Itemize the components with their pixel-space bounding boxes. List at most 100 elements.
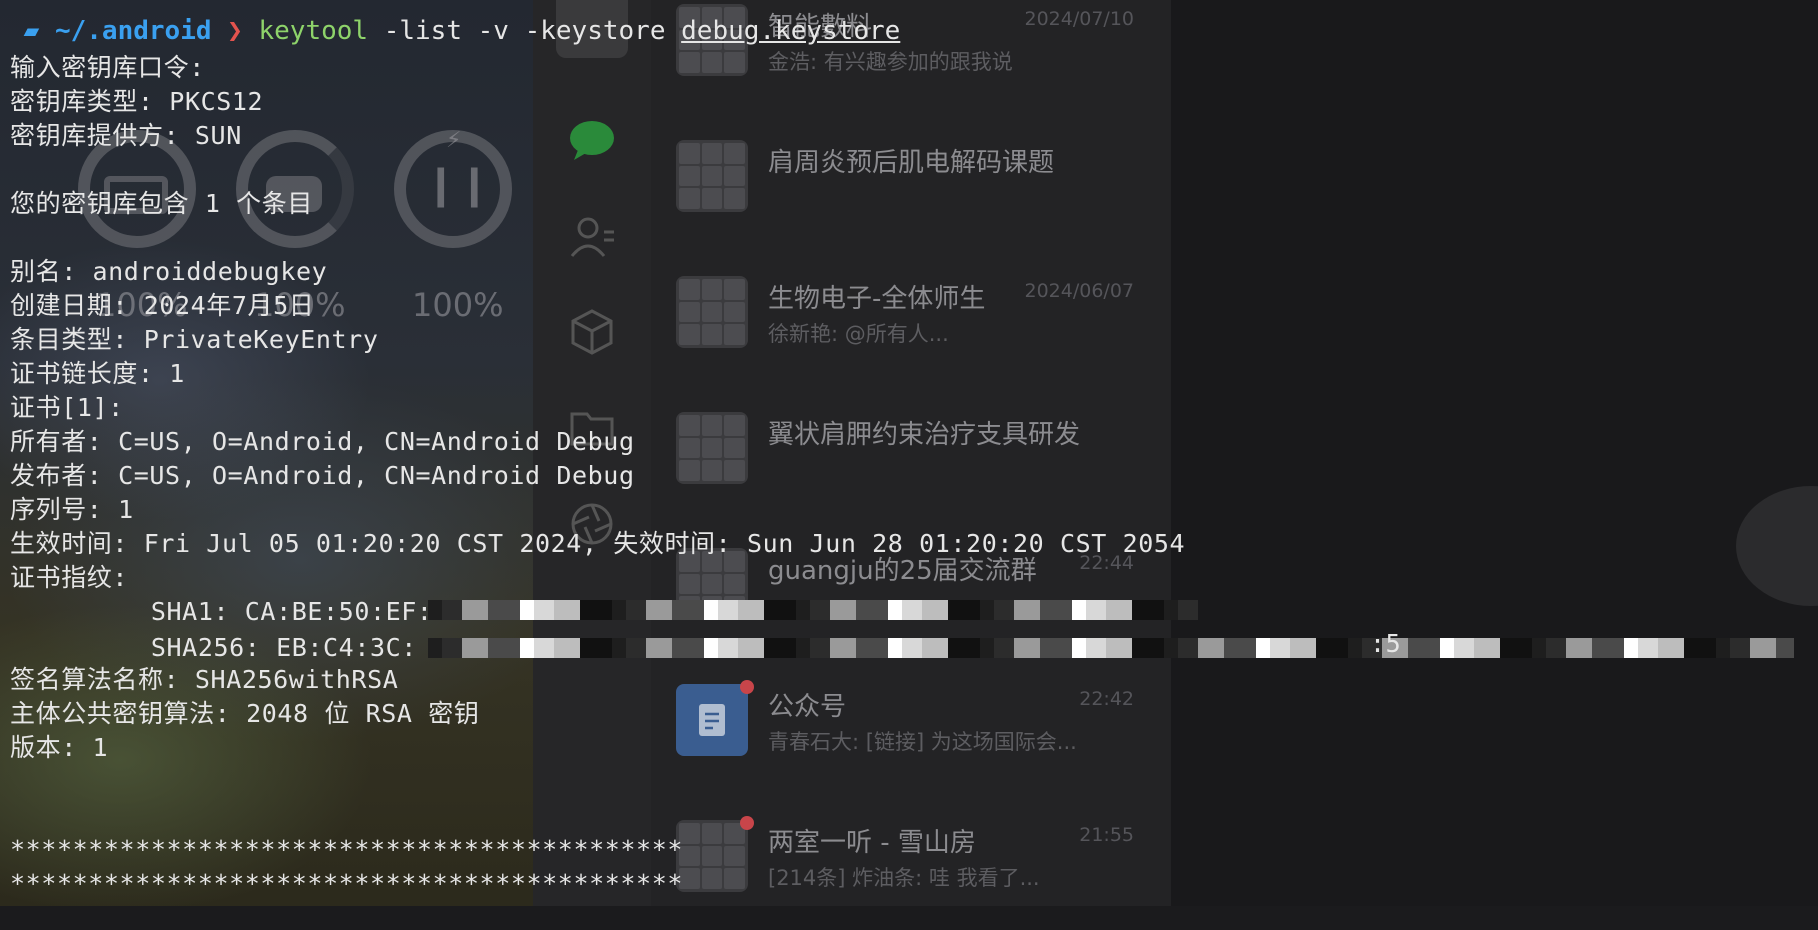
unread-dot xyxy=(740,680,754,694)
terminal-line: 创建日期: 2024年7月5日 xyxy=(10,291,315,320)
chat-preview: 青春石大: [链接] 为这场国际会... xyxy=(768,730,1077,754)
terminal-line: ****************************************… xyxy=(10,835,684,864)
mosaic-block xyxy=(672,638,704,658)
mosaic-block xyxy=(580,638,612,658)
mosaic-block xyxy=(1716,638,1730,658)
mosaic-block xyxy=(1132,600,1164,620)
mosaic-block xyxy=(888,600,902,620)
chat-bubble-icon[interactable] xyxy=(566,114,618,166)
mosaic-block xyxy=(738,600,764,620)
charging-icon: ⚡ xyxy=(446,128,462,153)
terminal-line: 别名: androiddebugkey xyxy=(10,257,328,286)
mosaic-block xyxy=(612,600,626,620)
mosaic-block xyxy=(1164,600,1178,620)
mosaic-block xyxy=(830,638,856,658)
airpods-icon: ❙❙ xyxy=(424,162,492,208)
mosaic-block xyxy=(520,600,534,620)
mosaic-block xyxy=(1178,600,1198,620)
mosaic-block xyxy=(1500,638,1532,658)
list-item[interactable]: 肩周炎预后肌电解码课题 xyxy=(676,140,1146,250)
group-avatar xyxy=(676,820,748,892)
mosaic-block xyxy=(1178,638,1198,658)
prompt-args: -list -v -keystore xyxy=(368,16,682,46)
mosaic-block xyxy=(626,638,646,658)
chat-name: 公众号 xyxy=(768,692,847,722)
shell-prompt: ▰ ~/.android ❯ keytool -list -v -keystor… xyxy=(8,14,901,48)
mosaic-block xyxy=(554,600,580,620)
chat-name: 生物电子-全体师生 xyxy=(768,284,986,314)
terminal-line: SHA256: EB:C4:3C: xyxy=(10,633,417,662)
chat-time: 2024/07/10 xyxy=(1024,8,1134,30)
terminal-line: 证书链长度: 1 xyxy=(10,359,185,388)
terminal-line: 密钥库类型: PKCS12 xyxy=(10,87,264,116)
mosaic-block xyxy=(830,600,856,620)
mosaic-block xyxy=(902,600,922,620)
terminal-line: 密钥库提供方: SUN xyxy=(10,121,242,150)
terminal-line: 证书指纹: xyxy=(10,563,129,592)
mosaic-block xyxy=(994,638,1014,658)
mosaic-block xyxy=(554,638,580,658)
mosaic-block xyxy=(1072,638,1086,658)
mosaic-block xyxy=(980,600,994,620)
prompt-file: debug.keystore xyxy=(681,16,901,46)
mosaic-block xyxy=(796,600,810,620)
mosaic-block xyxy=(428,600,442,620)
terminal-line: 版本: 1 xyxy=(10,733,109,762)
chat-name: 翼状肩胛约束治疗支具研发 xyxy=(768,420,1081,450)
mosaic-block xyxy=(1106,600,1132,620)
wechat-conversation-area xyxy=(1171,0,1818,906)
group-avatar xyxy=(676,276,748,348)
mosaic-block xyxy=(1132,638,1164,658)
mosaic-block xyxy=(462,638,488,658)
prompt-command: keytool xyxy=(258,16,369,46)
mosaic-block xyxy=(810,638,830,658)
mosaic-block xyxy=(718,638,738,658)
mosaic-block xyxy=(1290,638,1316,658)
mosaic-block xyxy=(488,638,520,658)
chat-preview: [214条] 炸油条: 哇 我看了... xyxy=(768,866,1040,890)
mosaic-block xyxy=(902,638,922,658)
terminal-line: 条目类型: PrivateKeyEntry xyxy=(10,325,379,354)
group-avatar xyxy=(676,412,748,484)
list-item[interactable]: 翼状肩胛约束治疗支具研发 xyxy=(676,412,1146,522)
mosaic-block xyxy=(856,600,888,620)
mosaic-block xyxy=(1730,638,1750,658)
mosaic-block xyxy=(1040,638,1072,658)
terminal-line: SHA1: CA:BE:50:EF: xyxy=(10,597,433,626)
terminal-line: 所有者: C=US, O=Android, CN=Android Debug xyxy=(10,427,635,456)
mosaic-block xyxy=(994,600,1014,620)
terminal-line: 输入密钥库口令: xyxy=(10,53,205,82)
mosaic-block xyxy=(534,638,554,658)
mosaic-block xyxy=(1072,600,1086,620)
mosaic-block xyxy=(520,638,534,658)
mosaic-block xyxy=(646,600,672,620)
official-account-avatar xyxy=(676,684,748,756)
mosaic-block xyxy=(856,638,888,658)
cube-icon[interactable] xyxy=(566,306,618,358)
mosaic-block xyxy=(1408,638,1440,658)
chat-preview: 徐新艳: @所有人... xyxy=(768,322,949,346)
mosaic-block xyxy=(442,638,462,658)
battery-level-3: 100% xyxy=(412,286,504,324)
mosaic-block xyxy=(796,638,810,658)
mosaic-block xyxy=(1040,600,1072,620)
terminal-line: 序列号: 1 xyxy=(10,495,134,524)
prompt-arrow: ❯ xyxy=(227,16,243,46)
mosaic-block xyxy=(442,600,462,620)
contacts-icon[interactable] xyxy=(566,210,618,262)
mosaic-block xyxy=(1546,638,1566,658)
list-item[interactable]: 公众号 青春石大: [链接] 为这场国际会... 22:42 xyxy=(676,680,1146,794)
mosaic-block xyxy=(948,638,980,658)
terminal-line: 主体公共密钥算法: 2048 位 RSA 密钥 xyxy=(10,699,480,728)
mosaic-block xyxy=(1776,638,1794,658)
mosaic-block xyxy=(764,600,796,620)
mosaic-block xyxy=(1624,638,1638,658)
mosaic-block xyxy=(488,600,520,620)
terminal-line: 签名算法名称: SHA256withRSA xyxy=(10,665,399,694)
chat-time: 22:42 xyxy=(1079,688,1134,710)
mosaic-block xyxy=(1256,638,1270,658)
list-item[interactable]: 生物电子-全体师生 徐新艳: @所有人... 2024/06/07 xyxy=(676,276,1146,386)
list-item[interactable]: 两室一听 - 雪山房 [214条] 炸油条: 哇 我看了... 21:55 xyxy=(676,816,1146,930)
chat-name: 肩周炎预后肌电解码课题 xyxy=(768,148,1055,178)
group-avatar xyxy=(676,140,748,212)
